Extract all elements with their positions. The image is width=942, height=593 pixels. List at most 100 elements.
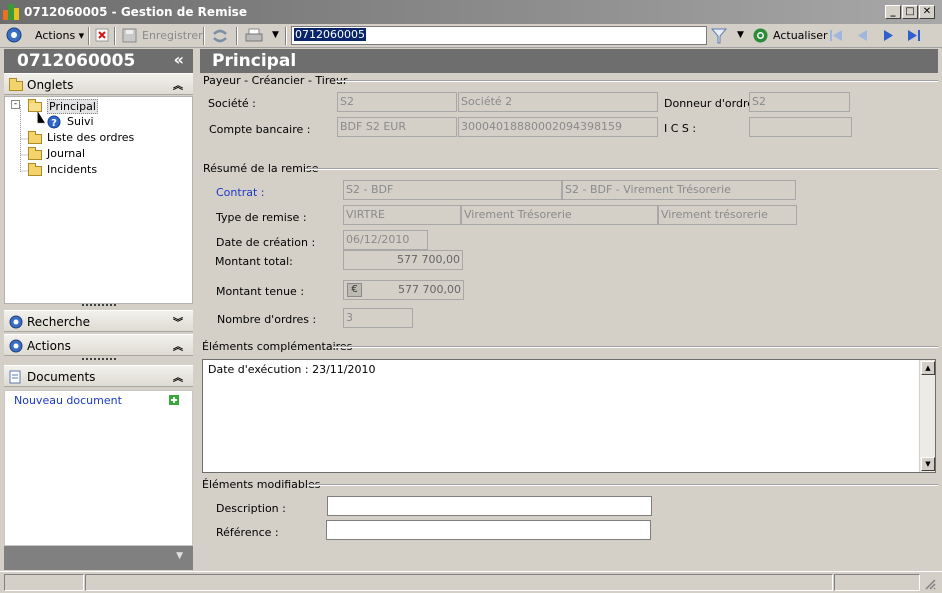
tree-collapse-toggle[interactable]: - — [11, 100, 20, 109]
maximize-button[interactable]: □ — [902, 5, 918, 19]
montant-tenue-value: 577 700,00 — [398, 283, 461, 296]
toolbar-separator — [285, 27, 287, 45]
ics-field — [749, 117, 852, 137]
montant-tenue-field: € 577 700,00 — [343, 280, 464, 300]
nombre-ordres-label: Nombre d'ordres : — [217, 313, 317, 326]
toolbar-separator — [236, 27, 238, 45]
compte-code-field: BDF S2 EUR — [337, 117, 457, 137]
section-recherche[interactable]: Recherche ︾ — [4, 310, 193, 332]
delete-icon[interactable] — [95, 28, 109, 42]
montant-total-label: Montant total: — [215, 255, 293, 268]
description-label: Description : — [216, 502, 286, 515]
folder-icon — [28, 131, 42, 144]
type-code-field: VIRTRE — [343, 205, 461, 225]
section-title-payeur: Payeur - Créancier - Tireur — [203, 74, 348, 87]
actions-section-icon — [9, 339, 23, 353]
societe-label: Société : — [208, 97, 256, 110]
societe-code-field: S2 — [337, 92, 457, 112]
section-divider — [336, 80, 938, 82]
date-creation-label: Date de création : — [216, 236, 316, 249]
contrat-name-field: S2 - BDF - Virement Trésorerie — [562, 180, 796, 200]
donneur-label: Donneur d'ordre : — [664, 97, 762, 110]
toolbar-separator — [88, 27, 90, 45]
refresh-button[interactable]: Actualiser — [773, 29, 828, 42]
chevron-down-icon: ︾ — [173, 318, 183, 329]
reference-input[interactable] — [326, 520, 651, 540]
contrat-label[interactable]: Contrat : — [216, 186, 264, 199]
filter-dropdown-icon[interactable]: ▼ — [737, 30, 744, 40]
add-icon[interactable] — [169, 395, 179, 405]
section-divider — [305, 168, 938, 170]
tree-item-label: Principal — [47, 99, 98, 114]
first-record-icon[interactable] — [829, 29, 844, 42]
previous-record-icon[interactable] — [856, 29, 869, 42]
chevron-up-icon: ︽ — [173, 342, 183, 353]
new-document-link[interactable]: Nouveau document — [14, 394, 122, 407]
nombre-ordres-field: 3 — [343, 308, 413, 328]
splitter-grip[interactable] — [82, 358, 116, 361]
actions-menu-label: Actions — [35, 29, 76, 42]
section-actions[interactable]: Actions ︽ — [4, 334, 193, 356]
window-title: 0712060005 - Gestion de Remise — [24, 5, 247, 19]
section-documents[interactable]: Documents ︽ — [4, 365, 193, 387]
record-search-input[interactable]: 0712060005 — [291, 26, 707, 45]
tree-item-liste-des-ordres[interactable]: Liste des ordres — [25, 130, 165, 146]
section-title-resume: Résumé de la remise — [203, 162, 319, 175]
collapse-sidebar-button[interactable]: « — [174, 50, 184, 69]
section-documents-title: Documents — [27, 370, 96, 384]
save-button[interactable]: Enregistrer — [142, 29, 203, 42]
section-onglets[interactable]: Onglets ︽ — [4, 73, 193, 95]
next-record-icon[interactable] — [882, 29, 895, 42]
tree-item-suivi[interactable]: ? Suivi — [45, 114, 125, 130]
print-icon[interactable] — [245, 28, 263, 44]
toolbar: Actions ▾ Enregistrer ▼ 0712060005 ▼ Act… — [0, 24, 942, 48]
print-dropdown-icon[interactable]: ▼ — [272, 30, 279, 40]
status-panel — [4, 574, 84, 591]
last-record-icon[interactable] — [906, 29, 921, 42]
compte-label: Compte bancaire : — [209, 123, 311, 136]
filter-icon[interactable] — [710, 27, 728, 45]
folder-open-icon — [28, 99, 42, 112]
description-input[interactable] — [327, 496, 652, 516]
tree-item-incidents[interactable]: Incidents — [25, 162, 125, 178]
save-icon — [122, 28, 137, 43]
sidebar-record-title: 0712060005 — [17, 51, 136, 71]
societe-name-field: Société 2 — [458, 92, 658, 112]
splitter-grip[interactable] — [82, 304, 116, 307]
type-name2-field: Virement trésorerie — [658, 205, 797, 225]
ics-label: I C S : — [664, 122, 697, 135]
currency-euro-icon: € — [347, 283, 362, 297]
sidebar-footer-dropdown-icon[interactable]: ▼ — [176, 551, 183, 561]
resize-grip-icon[interactable] — [924, 578, 936, 590]
complementaires-text: Date d'exécution : 23/11/2010 — [208, 363, 376, 376]
vertical-scrollbar[interactable]: ▲ ▼ — [919, 360, 935, 472]
close-button[interactable]: ✕ — [919, 5, 935, 19]
section-divider — [333, 346, 938, 348]
search-section-icon — [9, 315, 23, 329]
montant-total-field: 577 700,00 — [343, 250, 463, 270]
sidebar-footer: ▼ — [4, 546, 193, 570]
section-onglets-title: Onglets — [27, 78, 74, 92]
actions-menu[interactable]: Actions ▾ — [35, 29, 84, 42]
app-icon — [3, 4, 19, 20]
scroll-up-icon[interactable]: ▲ — [921, 361, 935, 375]
status-bar — [0, 571, 942, 593]
minimize-button[interactable]: _ — [885, 5, 901, 19]
tabs-tree: - Principal ? Suivi Liste des ordres Jou… — [4, 96, 193, 304]
tree-item-label: Journal — [47, 147, 86, 160]
tree-item-label: Suivi — [67, 115, 94, 128]
section-title-complementaires: Éléments complémentaires — [202, 340, 353, 353]
page-title: Principal — [212, 51, 297, 71]
scroll-down-icon[interactable]: ▼ — [921, 457, 935, 471]
sync-icon[interactable] — [211, 27, 229, 45]
tree-item-journal[interactable]: Journal — [25, 146, 125, 162]
donneur-field: S2 — [749, 92, 850, 112]
contrat-link[interactable]: Contrat : — [216, 186, 264, 199]
complementaires-textarea[interactable]: Date d'exécution : 23/11/2010 ▲ ▼ — [202, 359, 936, 473]
tree-item-label: Liste des ordres — [47, 131, 135, 144]
type-name-field: Virement Trésorerie — [461, 205, 658, 225]
section-recherche-title: Recherche — [27, 315, 91, 329]
tree-item-principal[interactable]: Principal — [25, 98, 125, 114]
toolbar-separator — [114, 27, 116, 45]
section-title-modifiables: Éléments modifiables — [202, 478, 321, 491]
